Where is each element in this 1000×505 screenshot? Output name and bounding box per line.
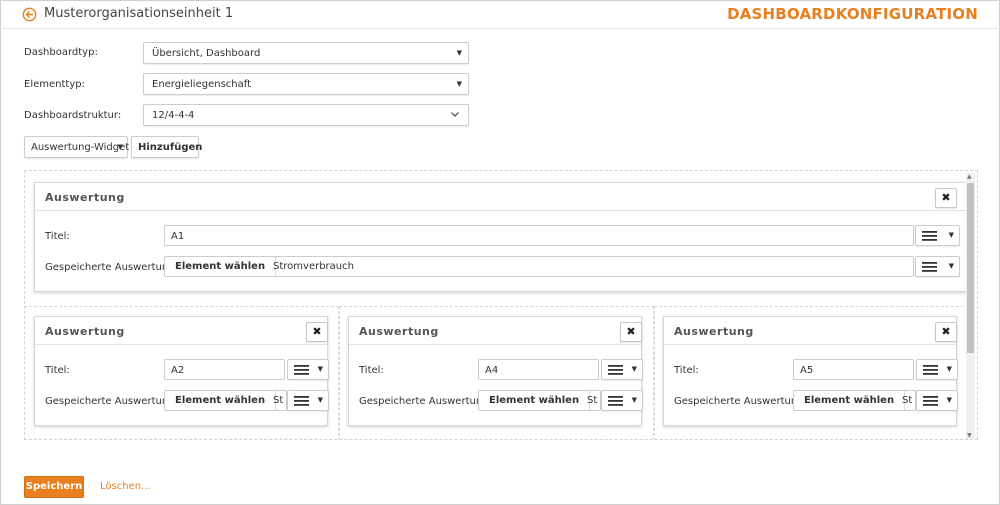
scroll-up-icon[interactable]: ▲ <box>967 173 972 180</box>
dashboard-layout-area: Auswertung ✖ Titel: A1 ▼ Gespeicherte Au… <box>24 170 978 440</box>
widget-title: Auswertung <box>45 191 125 204</box>
dashboard-structure-label: Dashboardstruktur: <box>24 110 122 121</box>
dashboard-structure-value: 12/4-4-4 <box>152 110 195 121</box>
widget-title: Auswertung <box>674 325 754 338</box>
saved-evaluation-group: Element wählen Stromverbrauch <box>164 256 914 277</box>
caret-down-icon: ▼ <box>946 365 952 373</box>
caret-down-icon: ▼ <box>946 396 952 404</box>
widget-type-select[interactable]: Auswertung-Widget ▼ <box>24 136 130 158</box>
widget-title: Auswertung <box>359 325 439 338</box>
menu-icon <box>922 262 937 272</box>
saved-evaluation-options-button[interactable]: ▼ <box>915 256 960 277</box>
widget-header: Auswertung ✖ <box>35 183 966 211</box>
widget-full-width: Auswertung ✖ Titel: A1 ▼ Gespeicherte Au… <box>34 182 967 292</box>
org-title: Musterorganisationseinheit 1 <box>44 6 234 21</box>
menu-icon <box>922 231 937 241</box>
saved-evaluation-value: St <box>273 395 284 406</box>
widget-title: Auswertung <box>45 325 125 338</box>
saved-evaluation-options-button[interactable]: ▼ <box>601 390 643 411</box>
widget-column-2: Auswertung ✖ Titel: A4 ▼ Gespeicherte Au… <box>348 316 643 426</box>
saved-evaluation-group: Element wählen St <box>478 390 601 411</box>
element-type-label: Elementtyp: <box>24 79 85 90</box>
dashboard-structure-select[interactable]: 12/4-4-4 <box>143 104 469 126</box>
save-button[interactable]: Speichern <box>24 476 84 498</box>
widget-header: Auswertung ✖ <box>35 317 328 345</box>
page-title: DASHBOARDKONFIGURATION <box>727 5 978 23</box>
menu-icon <box>923 396 938 406</box>
chevron-down-icon <box>451 112 459 117</box>
arrow-left-circle-icon[interactable] <box>22 7 37 22</box>
menu-icon <box>608 365 623 375</box>
saved-evaluation-value: St <box>902 395 913 406</box>
dashboard-type-label: Dashboardtyp: <box>24 47 98 58</box>
title-options-button[interactable]: ▼ <box>916 359 958 380</box>
dashboard-scrollbar[interactable]: ▲ ▼ <box>966 173 975 439</box>
scrollbar-thumb[interactable] <box>967 183 974 353</box>
close-widget-button[interactable]: ✖ <box>935 322 957 342</box>
saved-evaluation-label: Gespeicherte Auswertung: <box>674 396 807 407</box>
saved-evaluation-value: Stromverbrauch <box>273 261 354 272</box>
title-input[interactable]: A1 <box>164 225 914 246</box>
choose-element-button[interactable]: Element wählen <box>165 257 277 276</box>
delete-link[interactable]: Löschen... <box>100 481 151 492</box>
saved-evaluation-group: Element wählen St <box>164 390 287 411</box>
widget-header: Auswertung ✖ <box>664 317 957 345</box>
menu-icon <box>923 365 938 375</box>
element-type-value: Energieliegenschaft <box>152 79 252 90</box>
menu-icon <box>608 396 623 406</box>
choose-element-button[interactable]: Element wählen <box>479 391 591 410</box>
close-widget-button[interactable]: ✖ <box>620 322 642 342</box>
title-options-button[interactable]: ▼ <box>601 359 643 380</box>
caret-down-icon: ▼ <box>117 143 123 151</box>
caret-down-icon: ▼ <box>948 231 954 239</box>
scroll-down-icon[interactable]: ▼ <box>967 432 972 439</box>
widget-type-value: Auswertung-Widget <box>31 142 130 153</box>
caret-down-icon: ▼ <box>456 80 462 88</box>
dashboard-type-value: Übersicht, Dashboard <box>152 48 261 59</box>
choose-element-button[interactable]: Element wählen <box>794 391 906 410</box>
caret-down-icon: ▼ <box>317 365 323 373</box>
menu-icon <box>294 365 309 375</box>
title-input[interactable]: A5 <box>793 359 914 380</box>
dashboard-type-select[interactable]: Übersicht, Dashboard ▼ <box>143 42 469 64</box>
title-input[interactable]: A2 <box>164 359 285 380</box>
title-options-button[interactable]: ▼ <box>287 359 329 380</box>
title-options-button[interactable]: ▼ <box>915 225 960 246</box>
add-widget-button[interactable]: Hinzufügen <box>131 136 202 158</box>
caret-down-icon: ▼ <box>456 49 462 57</box>
widget-partial <box>34 439 328 440</box>
saved-evaluation-label: Gespeicherte Auswertung: <box>45 262 178 273</box>
title-label: Titel: <box>674 365 699 376</box>
close-widget-button[interactable]: ✖ <box>306 322 328 342</box>
title-label: Titel: <box>45 231 70 242</box>
saved-evaluation-label: Gespeicherte Auswertung: <box>359 396 492 407</box>
title-input[interactable]: A4 <box>478 359 599 380</box>
saved-evaluation-label: Gespeicherte Auswertung: <box>45 396 178 407</box>
page-header: Musterorganisationseinheit 1 DASHBOARDKO… <box>0 0 1000 29</box>
caret-down-icon: ▼ <box>631 365 637 373</box>
close-widget-button[interactable]: ✖ <box>935 188 957 208</box>
title-label: Titel: <box>45 365 70 376</box>
widget-header: Auswertung ✖ <box>349 317 642 345</box>
caret-down-icon: ▼ <box>948 262 954 270</box>
choose-element-button[interactable]: Element wählen <box>165 391 277 410</box>
saved-evaluation-value: St <box>587 395 598 406</box>
title-label: Titel: <box>359 365 384 376</box>
saved-evaluation-options-button[interactable]: ▼ <box>287 390 329 411</box>
saved-evaluation-options-button[interactable]: ▼ <box>916 390 958 411</box>
widget-column-1: Auswertung ✖ Titel: A2 ▼ Gespeicherte Au… <box>34 316 329 426</box>
caret-down-icon: ▼ <box>317 396 323 404</box>
saved-evaluation-group: Element wählen St <box>793 390 916 411</box>
element-type-select[interactable]: Energieliegenschaft ▼ <box>143 73 469 95</box>
widget-column-3: Auswertung ✖ Titel: A5 ▼ Gespeicherte Au… <box>663 316 958 426</box>
menu-icon <box>294 396 309 406</box>
caret-down-icon: ▼ <box>631 396 637 404</box>
